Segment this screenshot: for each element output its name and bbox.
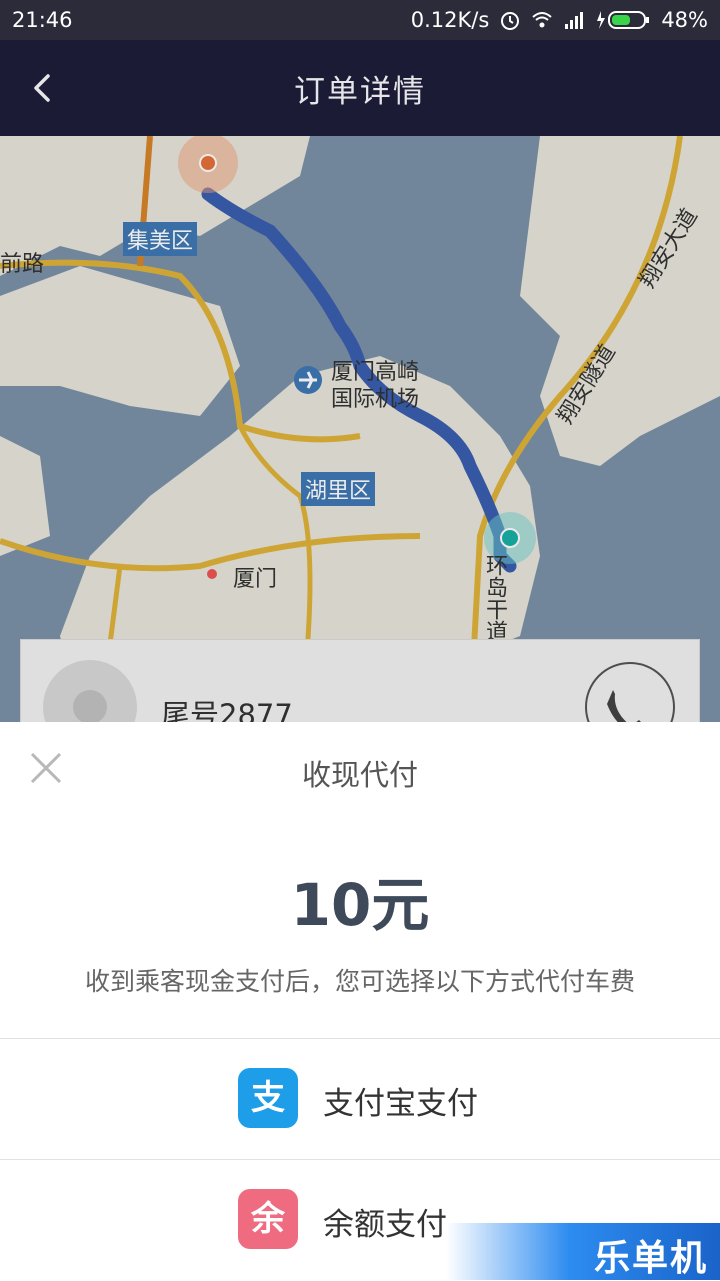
status-icons: 0.12K/s 48% [411, 8, 708, 32]
cash-payment-sheet: 收现代付 10元 收到乘客现金支付后，您可选择以下方式代付车费 支 支付宝支付 … [0, 722, 720, 1280]
title-bar: 订单详情 [0, 40, 720, 136]
alarm-icon [501, 12, 520, 30]
signal-icon [565, 12, 584, 29]
watermark: 乐单机 [446, 1223, 720, 1280]
alipay-option[interactable]: 支 支付宝支付 [0, 1040, 720, 1160]
route-map[interactable]: 集美区 湖里区 厦门高崎 国际机场 厦门 前路 翔安大道 翔安隧道 环岛干道 尾… [0, 136, 720, 722]
battery-icon [597, 11, 650, 29]
divider [0, 1038, 720, 1039]
status-time: 21:46 [12, 8, 73, 32]
watermark-text: 乐单机 [593, 1238, 708, 1279]
overlay-dim [0, 136, 720, 722]
divider [0, 1159, 720, 1160]
status-bar: 21:46 0.12K/s 48% [0, 0, 720, 40]
wifi-icon [532, 12, 552, 28]
network-speed: 0.12K/s [410, 8, 490, 32]
payment-hint: 收到乘客现金支付后，您可选择以下方式代付车费 [84, 967, 635, 996]
battery-level: 48% [661, 8, 708, 32]
alipay-icon: 支 [238, 1068, 298, 1128]
fare-amount: 10元 [290, 871, 430, 939]
alipay-label: 支付宝支付 [323, 1086, 478, 1122]
page-title: 订单详情 [294, 74, 426, 110]
sheet-title: 收现代付 [301, 758, 418, 792]
balance-label: 余额支付 [323, 1207, 447, 1243]
balance-icon: 余 [238, 1189, 298, 1249]
